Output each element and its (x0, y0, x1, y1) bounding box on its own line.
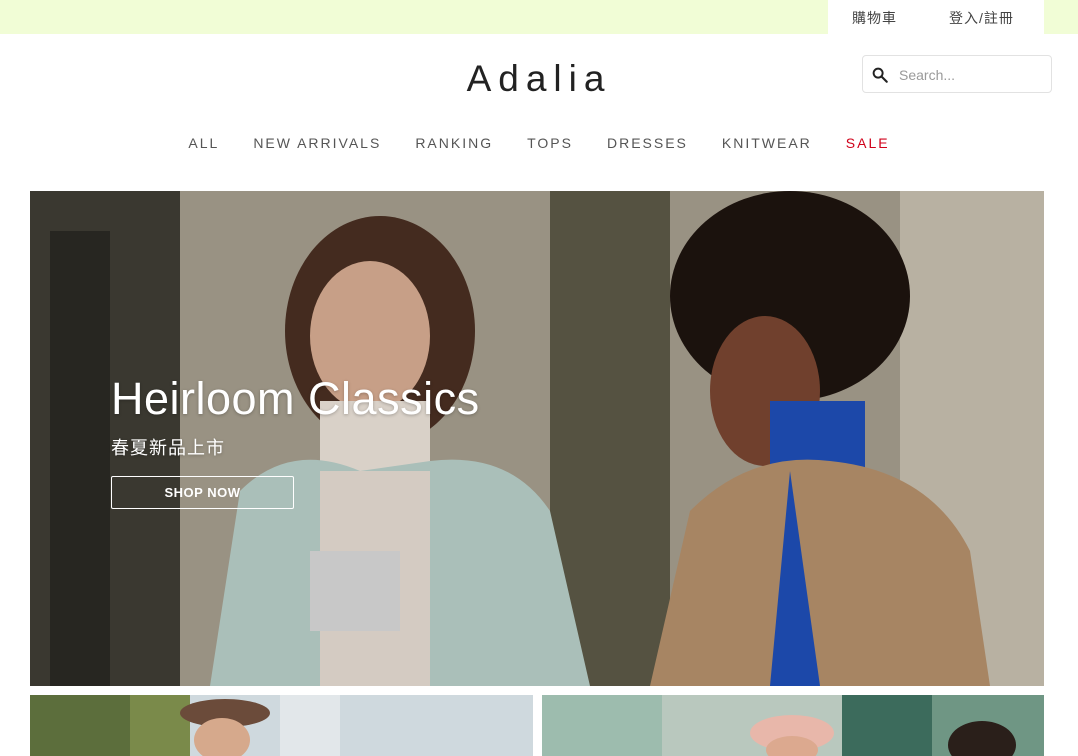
nav-item-knitwear[interactable]: KNITWEAR (722, 135, 812, 155)
promo-tile-right[interactable] (542, 695, 1044, 756)
nav-item-new-arrivals[interactable]: NEW ARRIVALS (253, 135, 381, 155)
top-bar: 購物車 登入/註冊 (0, 0, 1078, 34)
search-input[interactable] (897, 56, 1051, 94)
hero-title: Heirloom Classics (111, 373, 480, 424)
main-nav: ALL NEW ARRIVALS RANKING TOPS DRESSES KN… (0, 135, 1078, 155)
nav-item-dresses[interactable]: DRESSES (607, 135, 688, 155)
login-register-link[interactable]: 登入/註冊 (949, 8, 1014, 28)
nav-item-sale[interactable]: SALE (846, 135, 890, 155)
account-links: 購物車 登入/註冊 (828, 0, 1044, 34)
search-box (862, 55, 1052, 94)
promo-tile-left[interactable] (30, 695, 533, 756)
hero-subtitle: 春夏新品上市 (111, 438, 225, 458)
promo-photo-right (542, 695, 1044, 756)
nav-item-ranking[interactable]: RANKING (415, 135, 493, 155)
nav-item-all[interactable]: ALL (188, 135, 219, 155)
cart-link[interactable]: 購物車 (852, 8, 897, 28)
nav-item-tops[interactable]: TOPS (527, 135, 573, 155)
search-icon[interactable] (871, 66, 889, 84)
promo-photo-left (30, 695, 533, 756)
hero-banner[interactable]: Heirloom Classics 春夏新品上市 SHOP NOW (30, 191, 1044, 686)
shop-now-button[interactable]: SHOP NOW (111, 476, 294, 509)
